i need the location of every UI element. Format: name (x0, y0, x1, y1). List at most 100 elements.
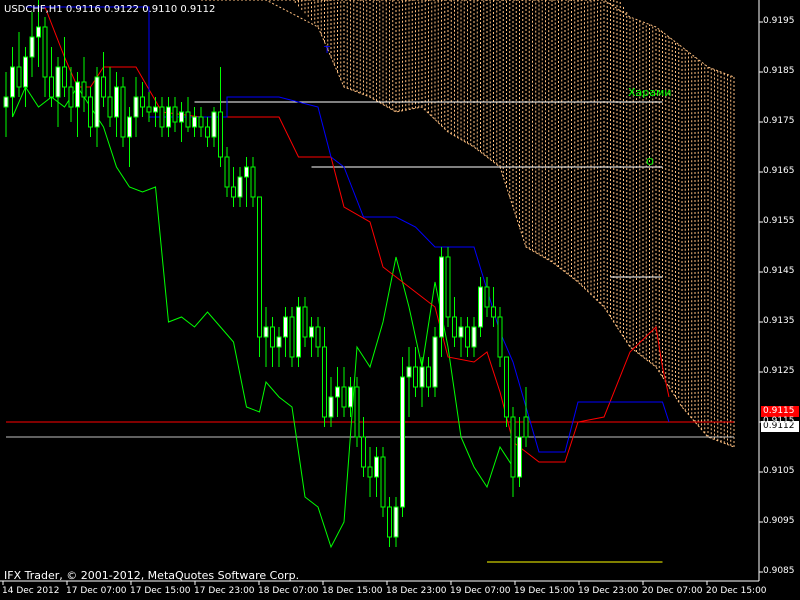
bull-candle (335, 386, 340, 398)
bear-candle (42, 26, 48, 78)
bear-candle (62, 66, 67, 88)
bear-candle (426, 366, 431, 388)
bear-candle (68, 86, 74, 108)
price-tick-label: 0.9145 (763, 266, 795, 276)
bear-candle (198, 116, 204, 128)
time-tick-label: 20 Dec 15:00 (706, 586, 767, 596)
bear-candle (504, 356, 509, 418)
time-tick-label: 17 Dec 23:00 (194, 586, 255, 596)
time-tick-label: 18 Dec 07:00 (258, 586, 319, 596)
harami-pattern-label[interactable]: Харами (628, 86, 671, 99)
time-tick-label: 19 Dec 15:00 (514, 586, 575, 596)
bull-candle (114, 86, 119, 118)
object-tag[interactable]: O (646, 157, 654, 168)
bear-candle (101, 76, 106, 98)
bear-candle (452, 316, 457, 338)
bull-candle (348, 386, 353, 408)
bear-candle (523, 416, 529, 438)
time-tick-label: 17 Dec 15:00 (130, 586, 191, 596)
bear-candle (140, 96, 145, 108)
bear-candle (270, 326, 275, 348)
bear-candle (16, 66, 22, 88)
chart-area[interactable] (0, 0, 800, 600)
bull-candle (478, 286, 483, 328)
bull-candle (283, 316, 288, 338)
price-tick-label: 0.9135 (763, 316, 795, 326)
trendline-tag[interactable]: T (324, 45, 330, 56)
bear-candle (367, 466, 373, 478)
bear-candle (81, 81, 87, 98)
bull-candle (153, 106, 158, 113)
bull-candle (374, 456, 379, 478)
price-tick-label: 0.9085 (763, 566, 795, 576)
copyright-label: IFX Trader, © 2001-2012, MetaQuotes Soft… (4, 569, 300, 582)
bear-candle (484, 286, 490, 308)
bull-candle (263, 326, 269, 338)
bear-candle (413, 366, 418, 388)
bear-candle (510, 416, 516, 478)
bear-candle (49, 76, 54, 98)
bull-candle (3, 96, 9, 108)
bull-candle (179, 111, 184, 123)
bull-candle (328, 396, 334, 418)
bull-candle (127, 116, 132, 138)
time-tick-label: 19 Dec 07:00 (450, 586, 511, 596)
bull-candle (419, 366, 425, 388)
bear-candle (322, 346, 327, 418)
bull-candle (36, 26, 41, 38)
price-tick-label: 0.9105 (763, 466, 795, 476)
bull-candle (406, 366, 412, 378)
bear-candle (120, 86, 126, 138)
bear-candle (380, 456, 386, 508)
bear-candle (146, 106, 152, 113)
bear-candle (387, 506, 392, 538)
time-tick-label: 19 Dec 23:00 (578, 586, 639, 596)
bull-candle (237, 176, 243, 198)
bull-candle (458, 326, 464, 338)
bull-candle (517, 436, 522, 478)
bull-candle (192, 116, 197, 128)
bear-candle (354, 386, 360, 438)
bear-candle (185, 111, 191, 128)
bull-candle (166, 106, 171, 128)
bull-candle (29, 36, 35, 58)
time-tick-label: 20 Dec 07:00 (642, 586, 703, 596)
bear-candle (88, 96, 93, 128)
bull-candle (75, 81, 80, 108)
price-tick-label: 0.9175 (763, 116, 795, 126)
price-tick-label: 0.9165 (763, 166, 795, 176)
bear-candle (497, 316, 503, 358)
bull-candle (133, 96, 139, 118)
bear-candle (172, 106, 178, 123)
bear-candle (250, 166, 256, 198)
price-tick-label: 0.9185 (763, 66, 795, 76)
bull-candle (309, 326, 314, 338)
bear-candle (231, 186, 236, 198)
bear-candle (289, 316, 295, 358)
time-tick-label: 18 Dec 15:00 (322, 586, 383, 596)
bull-candle (296, 306, 301, 358)
bear-candle (445, 256, 451, 318)
bull-candle (400, 376, 405, 508)
time-tick-label: 18 Dec 23:00 (386, 586, 447, 596)
bull-candle (244, 166, 249, 178)
price-tick-label: 0.9125 (763, 366, 795, 376)
symbol-info: USDCHF,H1 0.9116 0.9122 0.9110 0.9112 (4, 4, 216, 15)
bear-candle (205, 126, 210, 138)
price-tick-label: 0.9095 (763, 516, 795, 526)
bear-candle (491, 306, 496, 318)
bull-candle (23, 56, 28, 88)
time-tick-label: 17 Dec 07:00 (66, 586, 127, 596)
bear-candle (315, 326, 321, 348)
bull-candle (471, 326, 477, 348)
bear-candle (224, 156, 230, 188)
bull-candle (211, 111, 217, 138)
bear-candle (341, 386, 347, 408)
bull-candle (393, 506, 399, 538)
bear-candle (107, 96, 113, 118)
bull-candle (55, 66, 61, 98)
price-tick-label: 0.9115 (763, 416, 795, 426)
price-tick-label: 0.9195 (763, 16, 795, 26)
bull-candle (276, 336, 282, 348)
bull-candle (439, 256, 444, 338)
